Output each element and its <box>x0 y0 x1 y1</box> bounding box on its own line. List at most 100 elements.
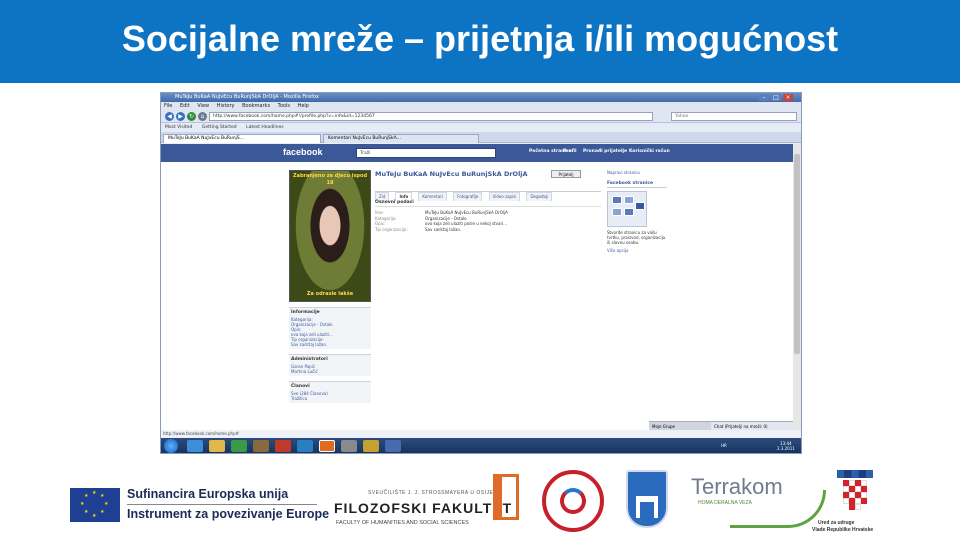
bookmark-latest-headlines[interactable]: Latest Headlines <box>242 123 288 132</box>
more-options-link[interactable]: Više opcija <box>607 248 667 253</box>
members-title: Članovi <box>291 384 310 389</box>
association-emblem-icon <box>560 488 586 514</box>
create-page-link[interactable]: Napravi stranicu <box>607 170 667 175</box>
add-friend-button[interactable]: Prijatelj <box>551 170 581 178</box>
menu-file[interactable]: File <box>161 102 175 110</box>
search-input[interactable]: Yahoo <box>671 112 797 121</box>
scrollbar-thumb[interactable] <box>794 154 800 354</box>
url-input[interactable]: http://www.facebook.com/home.php#!/profi… <box>209 112 653 121</box>
tab-comments[interactable]: Komentari NuJvEcu BuRunjSkA... <box>323 134 479 143</box>
nav-profile[interactable]: Profil <box>563 149 577 154</box>
faculty-emblem-icon <box>493 474 519 520</box>
pages-title: Facebook stranice <box>607 181 667 188</box>
menu-tools[interactable]: Tools <box>275 102 293 110</box>
terrakom-swoosh-icon <box>730 490 826 528</box>
menu-help[interactable]: Help <box>295 102 312 110</box>
croatian-coat-of-arms-logo <box>837 470 873 516</box>
slide-title: Socijalne mreže – prijetnja i/ili mogućn… <box>121 18 839 59</box>
profile-picture[interactable]: Zabranjeno za djecu ispod 18 Za odrasle … <box>289 170 371 302</box>
language-indicator[interactable]: HR <box>721 443 727 448</box>
app-icon[interactable] <box>363 440 379 452</box>
association-logo <box>542 470 604 532</box>
left-column: Zabranjeno za djecu ispod 18 Za odrasle … <box>289 170 371 403</box>
info-row: Tip organizacije: Sav sadržaj lažan. <box>375 227 601 233</box>
main-column: MuTeJu BuKaA NuJvEcu BuRunjSkA DrOljA Pr… <box>375 170 601 232</box>
tab-events[interactable]: Događaji <box>526 192 553 201</box>
browser-screenshot: MuTeJu BuKaA NuJvEcu BuRunjSkA DrOljA - … <box>160 92 802 454</box>
university-name: SVEUČILIŠTE J. J. STROSSMAYERA U OSIJEKU <box>368 490 502 496</box>
app-icon[interactable] <box>275 440 291 452</box>
info-value: Sav sadržaj lažan. <box>425 226 462 232</box>
eu-divider <box>127 504 317 505</box>
basic-info-section: Osnovni podaci Ime: MuTeJu BuKaA NuJvEcu … <box>375 200 601 232</box>
close-icon[interactable]: × <box>783 94 793 101</box>
picture-top-caption: Zabranjeno za djecu ispod 18 <box>292 173 368 186</box>
forward-icon[interactable]: ▶ <box>176 112 185 121</box>
maximize-icon[interactable]: □ <box>771 94 781 101</box>
admins-box: Administratori Goran Papić Martina Lučić <box>289 354 371 376</box>
bookmarks-bar: Most Visited Getting Started Latest Head… <box>161 123 801 132</box>
faculty-english-name: FACULTY OF HUMANITIES AND SOCIAL SCIENCE… <box>336 520 469 526</box>
profile-tabs: Zid Info Komentari Fotografije Video zap… <box>375 183 601 201</box>
menu-history[interactable]: History <box>214 102 238 110</box>
menu-view[interactable]: View <box>194 102 212 110</box>
tab-photos[interactable]: Fotografije <box>453 192 483 201</box>
facebook-page: facebook Traži Početna stranica Profil P… <box>161 144 793 440</box>
firefox-icon[interactable] <box>319 440 335 452</box>
admins-title: Administratori <box>291 357 328 362</box>
bookmark-getting-started[interactable]: Getting Started <box>198 123 241 132</box>
tab-videos[interactable]: Video zapisi <box>488 192 521 201</box>
app-icon[interactable] <box>297 440 313 452</box>
minimize-icon[interactable]: – <box>759 94 769 101</box>
navigation-toolbar: ◀ ▶ ↻ ⌂ http://www.facebook.com/home.php… <box>161 110 801 123</box>
info-key: Tip organizacije: <box>375 226 408 232</box>
system-tray: HR 13:44 2.3.2011 <box>717 438 801 453</box>
scrollbar[interactable] <box>793 144 801 440</box>
facebook-search-input[interactable]: Traži <box>356 148 496 158</box>
govt-office-line2: Vlade Republike Hrvatske <box>812 527 874 533</box>
members-search-link[interactable]: Tražilica <box>291 396 369 401</box>
window-title: MuTeJu BuKaA NuJvEcu BuRunjSkA DrOljA - … <box>161 93 801 102</box>
picture-bottom-caption: Za odrasle lakše <box>306 291 354 297</box>
title-bar: Socijalne mreže – prijetnja i/ili mogućn… <box>0 0 960 83</box>
slide: Socijalne mreže – prijetnja i/ili mogućn… <box>0 0 960 540</box>
nav-find-friends[interactable]: Pronađi prijatelje <box>583 149 627 154</box>
home-icon[interactable]: ⌂ <box>198 112 207 121</box>
status-bar: http://www.facebook.com/home.php# <box>161 430 801 438</box>
menu-bookmarks[interactable]: Bookmarks <box>239 102 273 110</box>
sidebar-info-title: Informacije <box>291 310 320 315</box>
clock-date: 2.3.2011 <box>777 446 795 451</box>
start-button-icon[interactable] <box>164 439 178 453</box>
faculty-name: FILOZOFSKI FAKULTET <box>334 500 513 516</box>
ie-icon[interactable] <box>187 440 203 452</box>
right-column: Napravi stranicu Facebook stranice Stvor… <box>607 170 667 253</box>
logos-row: ★ ★ ★ ★ ★ ★ ★ ★ Sufinancira Europska uni… <box>0 460 960 540</box>
sidebar-info-line: Sav sadržaj lažan. <box>291 342 328 347</box>
tab-comments-fb[interactable]: Komentari <box>418 192 447 201</box>
admin-link[interactable]: Martina Lučić <box>291 369 369 374</box>
reload-icon[interactable]: ↻ <box>187 112 196 121</box>
nav-account[interactable]: Korisnički račun <box>629 149 670 154</box>
facebook-header: facebook Traži Početna stranica Profil P… <box>161 144 793 162</box>
app-icon[interactable] <box>253 440 269 452</box>
tab-strip: MuTeJu BuKaA NuJvEcu BuRunjS... Komentar… <box>161 132 801 143</box>
sidebar-info-box: Informacije Kategorija: Organizacije - O… <box>289 307 371 349</box>
app-icon[interactable] <box>385 440 401 452</box>
facebook-logo[interactable]: facebook <box>283 147 323 157</box>
back-icon[interactable]: ◀ <box>165 112 174 121</box>
tab-profile[interactable]: MuTeJu BuKaA NuJvEcu BuRunjS... <box>163 134 321 143</box>
govt-office-line1: Ured za udruge <box>818 520 855 526</box>
eu-funding-text: Sufinancira Europska unija <box>127 487 289 501</box>
explorer-icon[interactable] <box>209 440 225 452</box>
menu-bar: File Edit View History Bookmarks Tools H… <box>161 102 801 110</box>
clock[interactable]: 13:44 2.3.2011 <box>777 441 795 451</box>
bookmark-most-visited[interactable]: Most Visited <box>161 123 196 132</box>
coat-of-arms-crown <box>837 470 873 478</box>
pages-description: Stvorite stranicu za vašu tvrtku, proizv… <box>607 230 666 245</box>
taskbar: HR 13:44 2.3.2011 <box>161 438 801 453</box>
app-icon[interactable] <box>341 440 357 452</box>
media-player-icon[interactable] <box>231 440 247 452</box>
eu-instrument-text: Instrument za povezivanje Europe <box>127 507 330 521</box>
menu-edit[interactable]: Edit <box>177 102 193 110</box>
pages-graphic <box>607 191 647 227</box>
